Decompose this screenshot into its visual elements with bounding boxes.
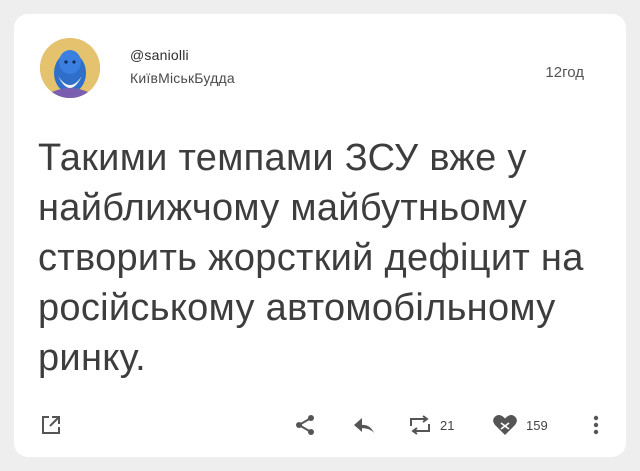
post-card: @saniolli КиївМіськБудда 12год Такими те… [14,14,626,457]
more-vertical-icon [593,415,599,435]
reply-button[interactable] [352,407,376,443]
like-button[interactable]: 159 [492,407,548,443]
reply-icon [354,418,374,433]
like-count: 159 [526,417,548,433]
heart-icon [493,415,517,435]
open-external-button[interactable] [40,407,62,443]
retweet-button[interactable]: 21 [408,407,454,443]
retweet-count: 21 [440,417,455,433]
retweet-icon [410,415,430,435]
post-time: 12год [545,64,584,81]
avatar[interactable] [40,38,100,98]
more-options-button[interactable] [592,407,600,443]
author-handle[interactable]: @saniolli [130,47,189,63]
share-icon [296,415,314,435]
action-bar: 21 159 [14,407,626,443]
open-external-icon [42,416,60,434]
avatar-image [40,38,100,98]
post-text: Такими темпами ЗСУ вже у найближчому май… [38,137,584,379]
share-button[interactable] [294,407,316,443]
author-display-name[interactable]: КиївМіськБудда [130,70,235,86]
